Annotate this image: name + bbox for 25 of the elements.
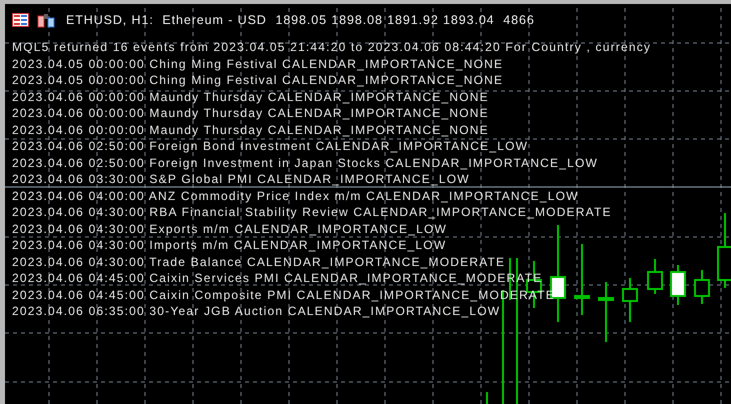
log-line: 2023.04.06 00:00:00 Maundy Thursday CALENDAR_IMPORTANCE_NONE [12,88,490,105]
log-line: MQL5 returned 16 events from 2023.04.05 21:44:20 to 2023.04.06 08:44:20 For Country , currency [12,39,652,56]
candle-wick [486,392,488,404]
bar-chart-icon[interactable] [37,12,55,28]
log-line: 2023.04.06 00:00:00 Maundy Thursday CALENDAR_IMPORTANCE_NONE [12,105,490,122]
log-line: 2023.04.06 02:50:00 Foreign Investment in Japan Stocks CALENDAR_IMPORTANCE_LOW [12,154,600,171]
candlestick [598,282,614,342]
log-line: 2023.04.06 04:00:00 ANZ Commodity Price Index m/m CALENDAR_IMPORTANCE_LOW [12,188,580,204]
log-line: 2023.04.06 02:50:00 Foreign Bond Investment CALENDAR_IMPORTANCE_LOW [12,138,530,154]
log-line: 2023.04.06 00:00:00 Maundy Thursday CALENDAR_IMPORTANCE_NONE [12,122,490,138]
log-line: 2023.04.05 00:00:00 Ching Ming Festival CALENDAR_IMPORTANCE_NONE [12,56,504,72]
log-line: 2023.04.06 04:30:00 Exports m/m CALENDAR_IMPORTANCE_LOW [12,220,448,237]
grid-icon[interactable] [12,13,29,27]
candlestick [647,259,663,294]
candlestick [694,270,710,304]
log-line: 2023.04.06 04:30:00 RBA Financial Stability Review CALENDAR_IMPORTANCE_MODERATE [12,204,613,220]
log-line: 2023.04.06 04:30:00 Imports m/m CALENDAR_IMPORTANCE_LOW [12,237,448,254]
log-line: 2023.04.05 00:00:00 Ching Ming Festival CALENDAR_IMPORTANCE_NONE [12,72,504,88]
candlestick [622,278,638,322]
candlestick [670,265,686,305]
candlestick [574,244,590,315]
log-line: 2023.04.06 04:30:00 Trade Balance CALENDAR_IMPORTANCE_MODERATE [12,254,506,270]
log-line: 2023.04.06 06:35:00 30-Year JGB Auction CALENDAR_IMPORTANCE_LOW [12,303,502,320]
chart-title: ETHUSD, H1: Ethereum - USD 1898.05 1898.08 1891.92 1893.04 4866 [66,13,535,27]
log-line: 2023.04.06 03:30:00 S&P Global PMI CALENDAR_IMPORTANCE_LOW [12,171,471,188]
